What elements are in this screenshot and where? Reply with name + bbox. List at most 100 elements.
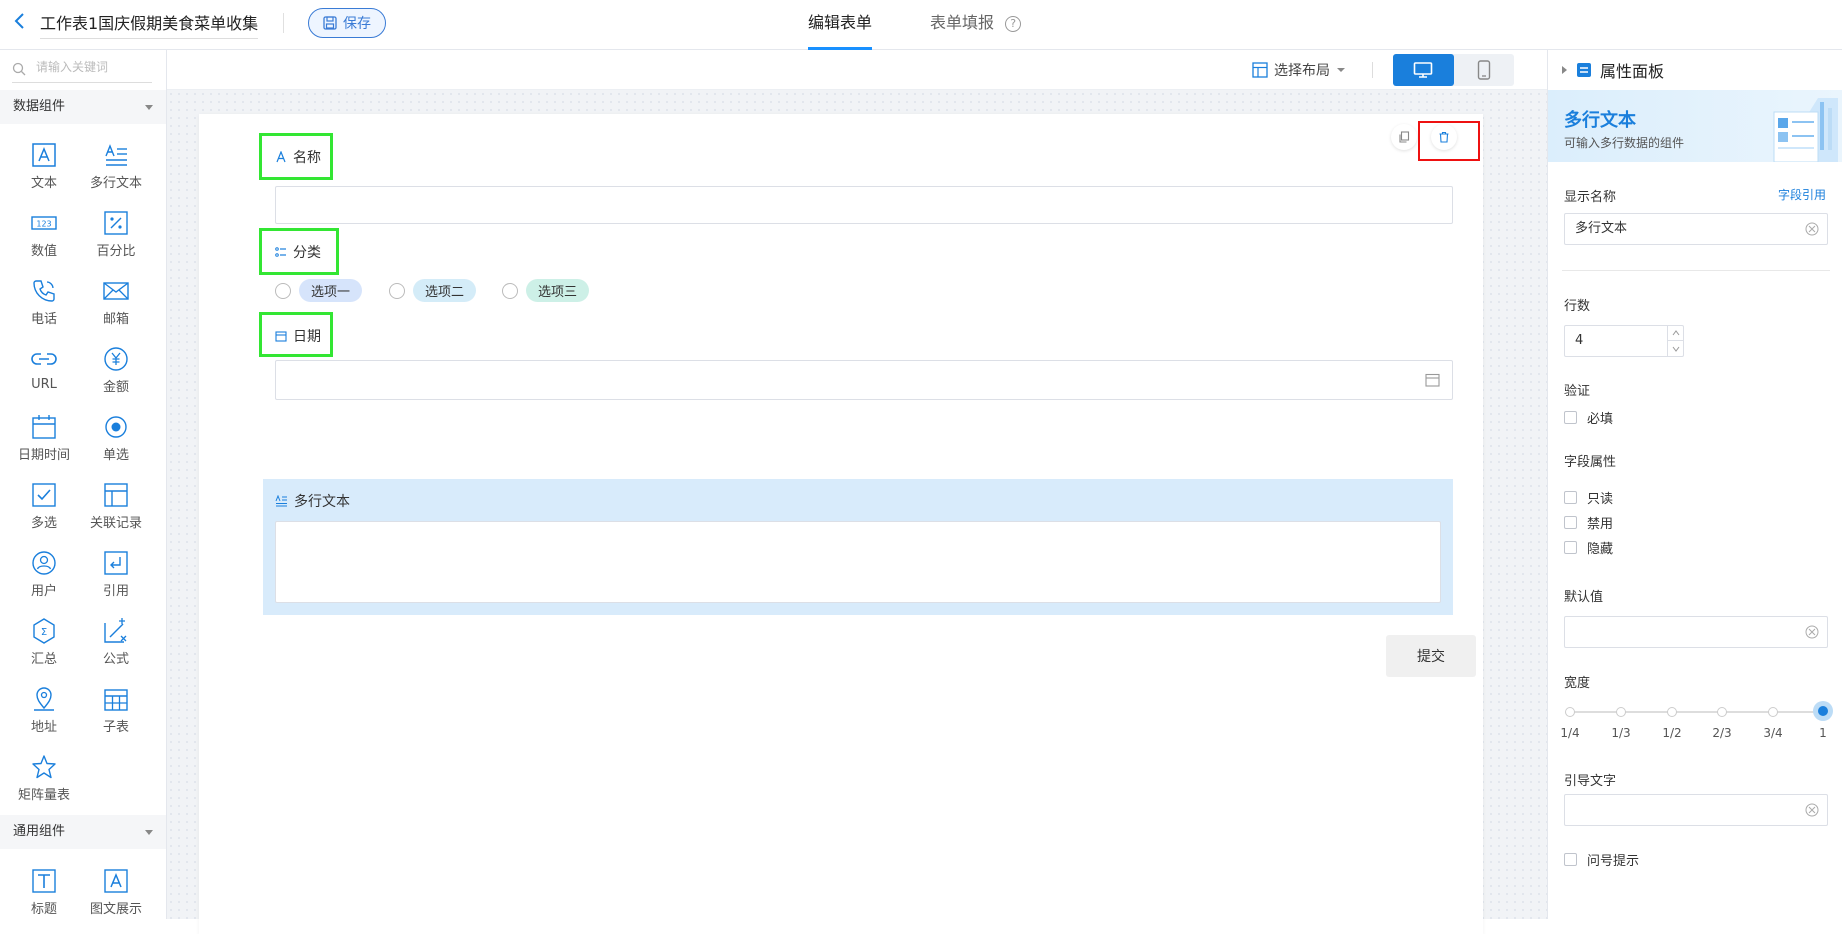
component-multiline-text[interactable]: 多行文本 <box>80 132 152 198</box>
checkbox-icon <box>32 483 56 507</box>
question-circle-icon[interactable]: ? <box>1005 15 1022 32</box>
save-icon <box>323 16 337 30</box>
mobile-view-button[interactable] <box>1454 54 1515 86</box>
component-sidebar: 数据组件 文本 多行文本 123 数值 百分比 电话 邮箱 URL 金额 日期时… <box>0 50 167 919</box>
component-radio[interactable]: 单选 <box>80 404 152 470</box>
hidden-checkbox[interactable]: 隐藏 <box>1564 538 1613 557</box>
properties-panel-header[interactable]: 属性面板 <box>1548 50 1842 90</box>
clear-icon[interactable] <box>1805 803 1819 817</box>
star-icon <box>32 755 56 779</box>
component-matrix[interactable]: 矩阵量表 <box>8 744 80 810</box>
component-label: 标题 <box>30 902 57 917</box>
tab-edit-form-label: 编辑表单 <box>808 13 873 32</box>
component-percent[interactable]: 百分比 <box>80 200 152 266</box>
readonly-checkbox[interactable]: 只读 <box>1564 488 1613 507</box>
display-name-label: 显示名称 <box>1564 190 1617 205</box>
back-arrow-icon[interactable] <box>10 11 30 31</box>
phone-icon <box>33 280 55 302</box>
component-text[interactable]: 文本 <box>8 132 80 198</box>
tab-form-fill[interactable]: 表单填报 ? <box>930 0 1022 50</box>
slider-thumb-dot <box>1818 706 1828 716</box>
width-slider-stop[interactable] <box>1768 707 1778 717</box>
rows-stepper[interactable]: 4 <box>1564 325 1684 357</box>
component-datetime[interactable]: 日期时间 <box>8 404 80 470</box>
canvas-toolbar: 选择布局 <box>167 50 1547 90</box>
width-slider-stop[interactable] <box>1616 707 1626 717</box>
component-reference[interactable]: 引用 <box>80 540 152 606</box>
required-checkbox[interactable]: 必填 <box>1564 408 1613 427</box>
width-slider-thumb[interactable] <box>1813 701 1833 721</box>
tab-edit-form[interactable]: 编辑表单 <box>808 0 873 50</box>
component-user[interactable]: 用户 <box>8 540 80 606</box>
date-input[interactable] <box>275 360 1453 400</box>
component-heading[interactable]: 标题 <box>8 858 80 919</box>
group-header-general[interactable]: 通用组件 <box>0 815 166 849</box>
component-relation[interactable]: 关联记录 <box>80 472 152 538</box>
search-input[interactable] <box>36 60 146 74</box>
clear-icon[interactable] <box>1805 222 1819 236</box>
layout-select-label: 选择布局 <box>1274 63 1330 79</box>
radio-option-2[interactable]: 选项二 <box>389 279 477 302</box>
group-header-data[interactable]: 数据组件 <box>0 90 166 124</box>
component-label: 矩阵量表 <box>17 788 70 803</box>
save-button[interactable]: 保存 <box>308 8 386 38</box>
width-option-label: 1/4 <box>1560 726 1580 740</box>
hidden-label: 隐藏 <box>1587 542 1614 557</box>
component-sum[interactable]: Σ 汇总 <box>8 608 80 674</box>
width-slider-stop[interactable] <box>1565 707 1575 717</box>
form-title[interactable]: 工作表1国庆假期美食菜单收集 <box>40 10 259 39</box>
clear-icon[interactable] <box>1805 625 1819 639</box>
option-tag: 选项二 <box>413 279 477 302</box>
increment-button[interactable] <box>1667 326 1683 341</box>
component-currency[interactable]: 金额 <box>80 336 152 402</box>
multiline-textarea[interactable] <box>275 521 1441 603</box>
radio-option-3[interactable]: 选项三 <box>502 279 590 302</box>
component-label: URL <box>31 377 57 392</box>
selected-field-block[interactable]: 多行文本 <box>263 479 1453 615</box>
component-url[interactable]: URL <box>8 336 80 402</box>
radio-option-1[interactable]: 选项一 <box>275 279 363 302</box>
radio-circle <box>389 282 405 299</box>
disabled-checkbox[interactable]: 禁用 <box>1564 513 1613 532</box>
decrement-button[interactable] <box>1667 341 1683 356</box>
radio-circle <box>502 282 518 299</box>
guide-text-input[interactable] <box>1564 794 1828 826</box>
component-checkbox[interactable]: 多选 <box>8 472 80 538</box>
component-formula[interactable]: 公式 <box>80 608 152 674</box>
component-mail[interactable]: 邮箱 <box>80 268 152 334</box>
layout-select[interactable]: 选择布局 <box>1252 58 1346 82</box>
display-name-input[interactable]: 多行文本 <box>1564 213 1828 245</box>
width-slider-stop[interactable] <box>1717 707 1727 717</box>
checkbox-box <box>1564 516 1577 529</box>
checkbox-box <box>1564 491 1577 504</box>
component-label: 数值 <box>30 244 57 259</box>
display-name-value: 多行文本 <box>1575 221 1628 236</box>
copy-icon <box>1399 131 1410 143</box>
component-address[interactable]: 地址 <box>8 676 80 742</box>
search-icon <box>12 62 26 76</box>
component-subtable[interactable]: 子表 <box>80 676 152 742</box>
name-input[interactable] <box>275 186 1453 224</box>
width-slider-stop[interactable] <box>1667 707 1677 717</box>
desktop-view-button[interactable] <box>1393 54 1454 86</box>
option-tag: 选项三 <box>526 279 590 302</box>
default-value-input[interactable] <box>1564 616 1828 648</box>
copy-field-button[interactable] <box>1391 124 1417 150</box>
readonly-label: 只读 <box>1587 492 1614 507</box>
default-value-label: 默认值 <box>1564 590 1604 605</box>
title-divider <box>283 13 284 33</box>
calendar-icon[interactable] <box>1425 373 1440 387</box>
component-number[interactable]: 123 数值 <box>8 200 80 266</box>
tab-form-fill-label: 表单填报 <box>930 13 995 32</box>
save-label: 保存 <box>343 16 371 32</box>
field-reference-link[interactable]: 字段引用 <box>1778 186 1826 203</box>
component-search <box>12 56 152 83</box>
width-slider-track[interactable] <box>1570 711 1828 713</box>
radio-circle <box>275 282 291 299</box>
width-option-label: 1/2 <box>1662 726 1682 740</box>
submit-button[interactable]: 提交 <box>1386 635 1476 677</box>
component-phone[interactable]: 电话 <box>8 268 80 334</box>
subtable-icon <box>104 689 128 711</box>
tooltip-checkbox[interactable]: 问号提示 <box>1564 850 1639 869</box>
component-rich-text[interactable]: 图文展示 <box>80 858 152 919</box>
